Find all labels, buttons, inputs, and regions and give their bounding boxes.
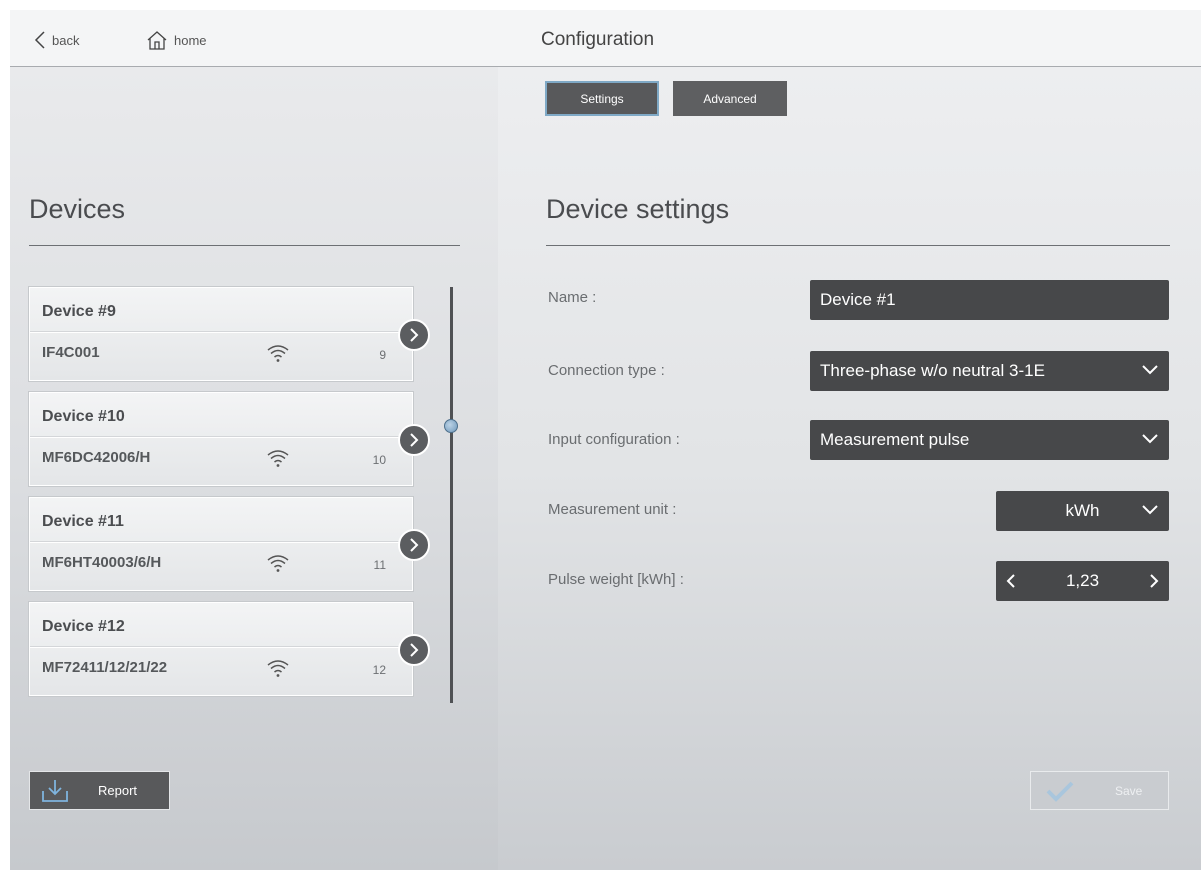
device-serial: MF6DC42006/H [42,449,151,466]
card-divider [30,647,414,648]
increment-button[interactable] [1139,561,1169,601]
devices-heading: Devices [29,194,126,224]
device-name: Device #11 [42,513,124,530]
device-settings-heading: Device settings [546,194,730,224]
name-value: Device #1 [820,290,896,309]
device-card[interactable]: Device #10 MF6DC42006/H 10 [29,392,430,486]
device-card[interactable]: Device #12 MF72411/12/21/22 12 [29,602,430,696]
chevron-right-icon [410,538,419,552]
chevron-right-icon [410,328,419,342]
chevron-right-icon [410,433,419,447]
chevron-right-icon [1150,574,1159,588]
download-icon [42,779,68,802]
save-button[interactable]: Save [1030,771,1169,810]
device-card[interactable]: Device #11 MF6HT40003/6/H 11 [29,497,430,591]
tab-settings[interactable]: Settings [545,81,659,116]
device-number: 10 [372,453,386,467]
top-bar: back home Configuration [10,10,1201,67]
measurement-unit-select[interactable]: kWh [996,491,1169,531]
device-name: Device #9 [42,303,116,320]
app-window: back home Configuration Settings Advance… [10,10,1201,870]
pulse-weight-value: 1,23 [1065,571,1100,590]
devices-divider [29,245,460,246]
chevron-left-icon [1006,574,1015,588]
measurement-unit-value: kWh [1065,501,1100,520]
checkmark-icon [1046,781,1074,802]
tab-advanced[interactable]: Advanced [673,81,787,116]
open-device-button[interactable] [398,424,430,456]
home-label: home [174,32,207,48]
chevron-left-icon [34,31,45,49]
device-list-scrollbar[interactable] [450,287,453,703]
wifi-icon [267,555,289,572]
device-serial: MF72411/12/21/22 [42,659,168,676]
wifi-icon [267,345,289,362]
device-serial: MF6HT40003/6/H [42,554,162,571]
settings-panel [498,67,1201,870]
measurement-unit-label: Measurement unit : [548,501,677,518]
device-card[interactable]: Device #9 IF4C001 9 [29,287,430,381]
input-configuration-label: Input configuration : [548,431,680,448]
open-device-button[interactable] [398,319,430,351]
chevron-down-icon [1142,365,1158,375]
device-number: 12 [372,663,386,677]
device-number: 9 [379,348,386,362]
pulse-weight-label: Pulse weight [kWh] : [548,571,684,588]
input-configuration-value: Measurement pulse [820,430,970,449]
report-button[interactable]: Report [29,771,170,810]
wifi-icon [267,450,289,467]
chevron-down-icon [1142,505,1158,515]
connection-type-value: Three-phase w/o neutral 3-1E [820,361,1045,380]
name-label: Name : [548,289,597,306]
report-label: Report [98,783,138,798]
card-divider [30,332,414,333]
wifi-icon [267,660,289,677]
connection-type-select[interactable]: Three-phase w/o neutral 3-1E [810,351,1169,391]
chevron-right-icon [410,643,419,657]
open-device-button[interactable] [398,529,430,561]
back-label: back [52,32,80,48]
device-name: Device #12 [42,618,125,635]
home-button[interactable]: home [146,28,207,52]
settings-divider [546,245,1170,246]
chevron-down-icon [1142,434,1158,444]
scrollbar-thumb[interactable] [444,419,458,433]
device-serial: IF4C001 [42,344,100,361]
page-title: Configuration [541,29,655,50]
device-number: 11 [373,558,386,572]
pulse-weight-stepper[interactable]: 1,23 [996,561,1169,601]
decrement-button[interactable] [996,561,1026,601]
connection-type-label: Connection type : [548,362,665,379]
home-icon [147,31,167,50]
name-field[interactable]: Device #1 [810,280,1169,320]
open-device-button[interactable] [398,634,430,666]
save-label: Save [1115,783,1143,798]
back-button[interactable]: back [34,28,79,52]
input-configuration-select[interactable]: Measurement pulse [810,420,1169,460]
card-divider [30,437,414,438]
device-name: Device #10 [42,408,125,425]
card-divider [30,542,414,543]
